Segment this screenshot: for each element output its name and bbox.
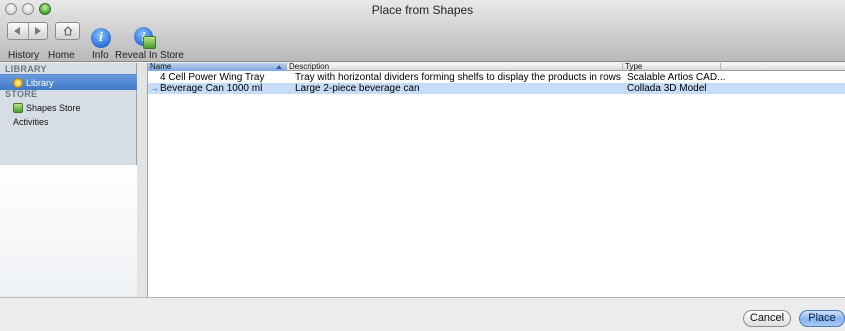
cell-name: 4 Cell Power Wing Tray <box>160 72 265 83</box>
reveal-in-store-button[interactable]: i <box>134 27 156 49</box>
sidebar-item-library[interactable]: Library <box>0 74 137 90</box>
cell-type: Collada 3D Model <box>627 83 707 94</box>
sidebar-item-label: Library <box>26 78 54 88</box>
sidebar-item-label: Shapes Store <box>26 103 81 113</box>
forward-arrow-icon[interactable] <box>35 27 41 35</box>
home-label: Home <box>48 50 75 61</box>
place-from-shapes-window: Place from Shapes i i History Home Info … <box>0 0 845 331</box>
home-button[interactable] <box>55 22 80 40</box>
sort-ascending-icon <box>276 65 282 69</box>
history-nav-control <box>7 22 48 40</box>
sidebar-item-label: Activities <box>13 117 49 127</box>
column-header-name[interactable]: Name <box>148 63 287 71</box>
shapes-store-icon <box>13 102 23 113</box>
home-icon <box>63 26 73 36</box>
table-row[interactable]: 4 Cell Power Wing Tray Tray with horizon… <box>148 72 845 83</box>
column-header-label: Description <box>289 62 330 71</box>
column-header-description[interactable]: Description <box>287 63 623 71</box>
library-section-header: LIBRARY <box>5 64 47 74</box>
history-label: History <box>8 50 40 61</box>
cell-type: Scalable Artios CAD... <box>627 72 726 83</box>
info-label: Info <box>92 50 109 61</box>
table-header: Name Description Type <box>148 63 845 71</box>
reveal-label: Reveal In Store <box>115 50 184 61</box>
title-toolbar: Place from Shapes i i History Home Info … <box>0 0 845 62</box>
column-header-label: Type <box>625 62 643 71</box>
cell-description: Large 2-piece beverage can <box>295 83 420 94</box>
sidebar-splitter[interactable] <box>137 63 148 297</box>
store-box-icon <box>143 36 156 49</box>
column-header-label: Name <box>150 62 172 71</box>
cancel-button[interactable]: Cancel <box>743 310 791 327</box>
table-row-selected[interactable]: → Beverage Can 1000 ml Large 2-piece bev… <box>148 83 845 94</box>
bottom-bar: Cancel Place <box>0 297 845 331</box>
info-icon[interactable]: i <box>91 28 111 48</box>
window-title: Place from Shapes <box>371 3 474 17</box>
sidebar-item-activities[interactable]: Activities <box>0 114 137 130</box>
sidebar-lower-pane <box>0 165 137 297</box>
cell-name: Beverage Can 1000 ml <box>160 83 263 94</box>
cell-description: Tray with horizontal dividers forming sh… <box>295 72 621 83</box>
sidebar: LIBRARY Library STORE Shapes Store Activ… <box>0 63 137 297</box>
back-arrow-icon[interactable] <box>14 27 20 35</box>
store-section-header: STORE <box>5 89 38 99</box>
column-header-type[interactable]: Type <box>623 63 721 71</box>
place-button[interactable]: Place <box>799 310 845 327</box>
segment-divider <box>28 23 29 39</box>
library-icon <box>13 77 23 88</box>
shapes-table: Name Description Type 4 Cell Power Wing … <box>148 63 845 297</box>
